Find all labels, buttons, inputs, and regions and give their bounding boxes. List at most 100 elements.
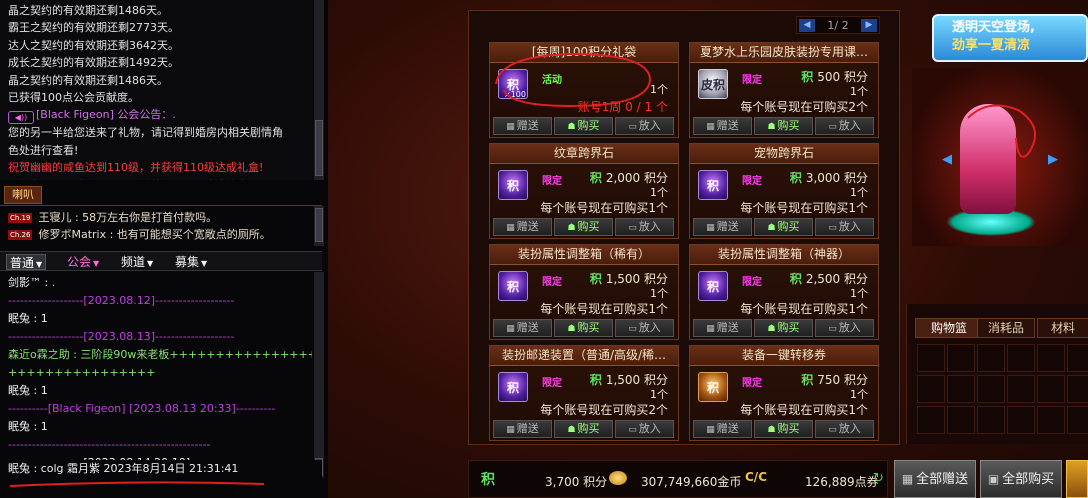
item-icon[interactable]: 积 [698, 170, 728, 200]
tab-consumables[interactable]: 消耗品 [977, 318, 1035, 338]
system-message: 色处进行查看! [8, 142, 310, 159]
item-icon[interactable]: 积 [698, 372, 728, 402]
add-to-cart-button[interactable]: ▭ 放入 [815, 319, 874, 337]
cart-slot[interactable] [1007, 375, 1035, 403]
cart-slot[interactable] [1037, 344, 1065, 372]
gift-icon: ▦ [506, 223, 515, 233]
gift-icon: ▦ [706, 425, 715, 435]
add-to-cart-button[interactable]: ▭ 放入 [615, 420, 674, 438]
horn-message-text: 修罗ボMatrix : 也有可能想买个宽敞点的厕所。 [38, 228, 271, 241]
add-to-cart-button-label: 放入 [638, 422, 661, 435]
item-tag: 限定 [742, 277, 762, 288]
points-icon: 积 [481, 472, 495, 488]
cart-slot[interactable] [1067, 406, 1088, 434]
chat-panel: 晶之契约的有效期还剩1486天。 霸王之契约的有效期还剩2773天。 达人之契约的有… [0, 0, 328, 498]
cart-icon: ☗ [767, 324, 776, 334]
item-icon[interactable]: 积 [498, 372, 528, 402]
cart-slot[interactable] [1067, 344, 1088, 372]
gift-button[interactable]: ▦ 赠送 [693, 420, 752, 438]
item-buttons: ▦ 赠送 ☗ 购买 ▭ 放入 [493, 218, 675, 236]
gift-button[interactable]: ▦ 赠送 [493, 218, 552, 236]
chat-scrollbar[interactable] [314, 272, 324, 478]
add-to-cart-button[interactable]: ▭ 放入 [615, 218, 674, 236]
cart-slot[interactable] [1067, 375, 1088, 403]
extra-button[interactable] [1066, 460, 1088, 498]
add-to-cart-button[interactable]: ▭ 放入 [815, 218, 874, 236]
cart-slot[interactable] [977, 406, 1005, 434]
tab-cart[interactable]: 购物篮 [915, 318, 983, 338]
tab-recruit[interactable]: 募集 ▼ [172, 254, 210, 270]
cart-slot[interactable] [917, 344, 945, 372]
buy-button[interactable]: ☗ 购买 [754, 319, 813, 337]
cart-slot[interactable] [947, 375, 975, 403]
tab-channel[interactable]: 频道 ▼ [118, 254, 156, 270]
add-to-cart-button-label: 放入 [638, 119, 661, 132]
tab-guild[interactable]: 公会 ▼ [64, 254, 102, 270]
triangle-right-icon[interactable]: ▶ [861, 19, 877, 32]
gift-button[interactable]: ▦ 赠送 [693, 319, 752, 337]
item-icon[interactable]: 积 [698, 271, 728, 301]
event-banner[interactable]: 透明天空登场, 劲享一夏清凉 [932, 14, 1088, 62]
item-purchase-limit: 每个账号现在可购买1个 [740, 201, 868, 215]
system-message: 祝贺女忍天赋达到110级，并获得110级达成礼盒! [8, 177, 310, 180]
gift-button[interactable]: ▦ 赠送 [693, 117, 752, 135]
rotate-left-icon[interactable]: ◀ [942, 152, 952, 167]
chat-log-line: -------------------[2023.08.12]---------… [8, 294, 235, 307]
channel-badge: Ch.19 [8, 213, 33, 223]
buy-button[interactable]: ☗ 购买 [554, 117, 613, 135]
item-icon[interactable]: 皮积 [698, 69, 728, 99]
chevron-down-icon: ▼ [36, 260, 43, 269]
shop-item-card: 装扮属性调整箱（稀有）积限定积 1,500 积分 1个 每个账号现在可购买1个 ▦ 赠送 ☗… [489, 244, 679, 340]
add-to-cart-button[interactable]: ▭ 放入 [815, 420, 874, 438]
points-icon: 积 [789, 171, 802, 185]
system-message-text: [Black Figeon] 公会公告：. [36, 108, 176, 122]
buy-button[interactable]: ☗ 购买 [554, 319, 613, 337]
cart-slot[interactable] [977, 375, 1005, 403]
item-icon[interactable]: 积 [498, 271, 528, 301]
cart-slot[interactable] [917, 406, 945, 434]
horn-message: Ch.19 王寝儿 : 58万左右你是打首付款吗。 [8, 209, 322, 226]
shop-item-card: 装扮属性调整箱（神器）积限定积 2,500 积分 1个 每个账号现在可购买1个 ▦ 赠送 ☗… [689, 244, 879, 340]
rotate-right-icon[interactable]: ▶ [1048, 152, 1058, 167]
cart-slot[interactable] [1007, 406, 1035, 434]
cart-slot[interactable] [1037, 375, 1065, 403]
chat-log-line: 眠兔 : 1 [8, 312, 48, 325]
add-to-cart-button[interactable]: ▭ 放入 [615, 117, 674, 135]
add-to-cart-button[interactable]: ▭ 放入 [615, 319, 674, 337]
gift-all-button[interactable]: ▦ 全部赠送 [894, 460, 976, 498]
cart-slot[interactable] [1007, 344, 1035, 372]
cart-slot[interactable] [977, 344, 1005, 372]
system-scrollbar[interactable] [314, 0, 324, 180]
cart-slot[interactable] [947, 344, 975, 372]
buy-button[interactable]: ☗ 购买 [554, 218, 613, 236]
tab-normal[interactable]: 普通 ▼ [6, 254, 47, 270]
gift-icon: ▦ [706, 122, 715, 132]
gift-button[interactable]: ▦ 赠送 [693, 218, 752, 236]
tab-materials[interactable]: 材料 [1037, 318, 1088, 338]
cart-slot[interactable] [917, 375, 945, 403]
gift-button[interactable]: ▦ 赠送 [493, 117, 552, 135]
horn-tab[interactable]: 喇叭 [4, 186, 42, 204]
buy-button[interactable]: ☗ 购买 [754, 420, 813, 438]
character-preview: ◀ ▶ [912, 68, 1088, 246]
system-message-text: 霸王之契约的有效期还剩2773天。 [8, 21, 179, 35]
gift-button[interactable]: ▦ 赠送 [493, 420, 552, 438]
buy-button[interactable]: ☗ 购买 [754, 218, 813, 236]
refresh-icon[interactable]: ↻ [873, 471, 884, 486]
triangle-left-icon[interactable]: ◀ [799, 19, 815, 32]
system-message-text: 已获得100点公会贡献度。 [8, 91, 139, 105]
cart-slot[interactable] [1037, 406, 1065, 434]
cart-slot[interactable] [947, 406, 975, 434]
gift-button[interactable]: ▦ 赠送 [493, 319, 552, 337]
buy-button[interactable]: ☗ 购买 [554, 420, 613, 438]
add-to-cart-button-label: 放入 [838, 119, 861, 132]
buy-all-button[interactable]: ▣ 全部购买 [980, 460, 1062, 498]
buy-button-label: 购买 [577, 422, 600, 435]
horn-scrollbar[interactable] [314, 206, 324, 246]
system-messages: 晶之契约的有效期还剩1486天。 霸王之契约的有效期还剩2773天。 达人之契约的有… [0, 0, 314, 180]
buy-button[interactable]: ☗ 购买 [754, 117, 813, 135]
add-to-cart-button[interactable]: ▭ 放入 [815, 117, 874, 135]
item-icon[interactable]: 积 [498, 170, 528, 200]
item-title: 夏梦水上乐园皮肤装扮专用课… [690, 43, 878, 63]
buy-button-label: 购买 [577, 321, 600, 334]
